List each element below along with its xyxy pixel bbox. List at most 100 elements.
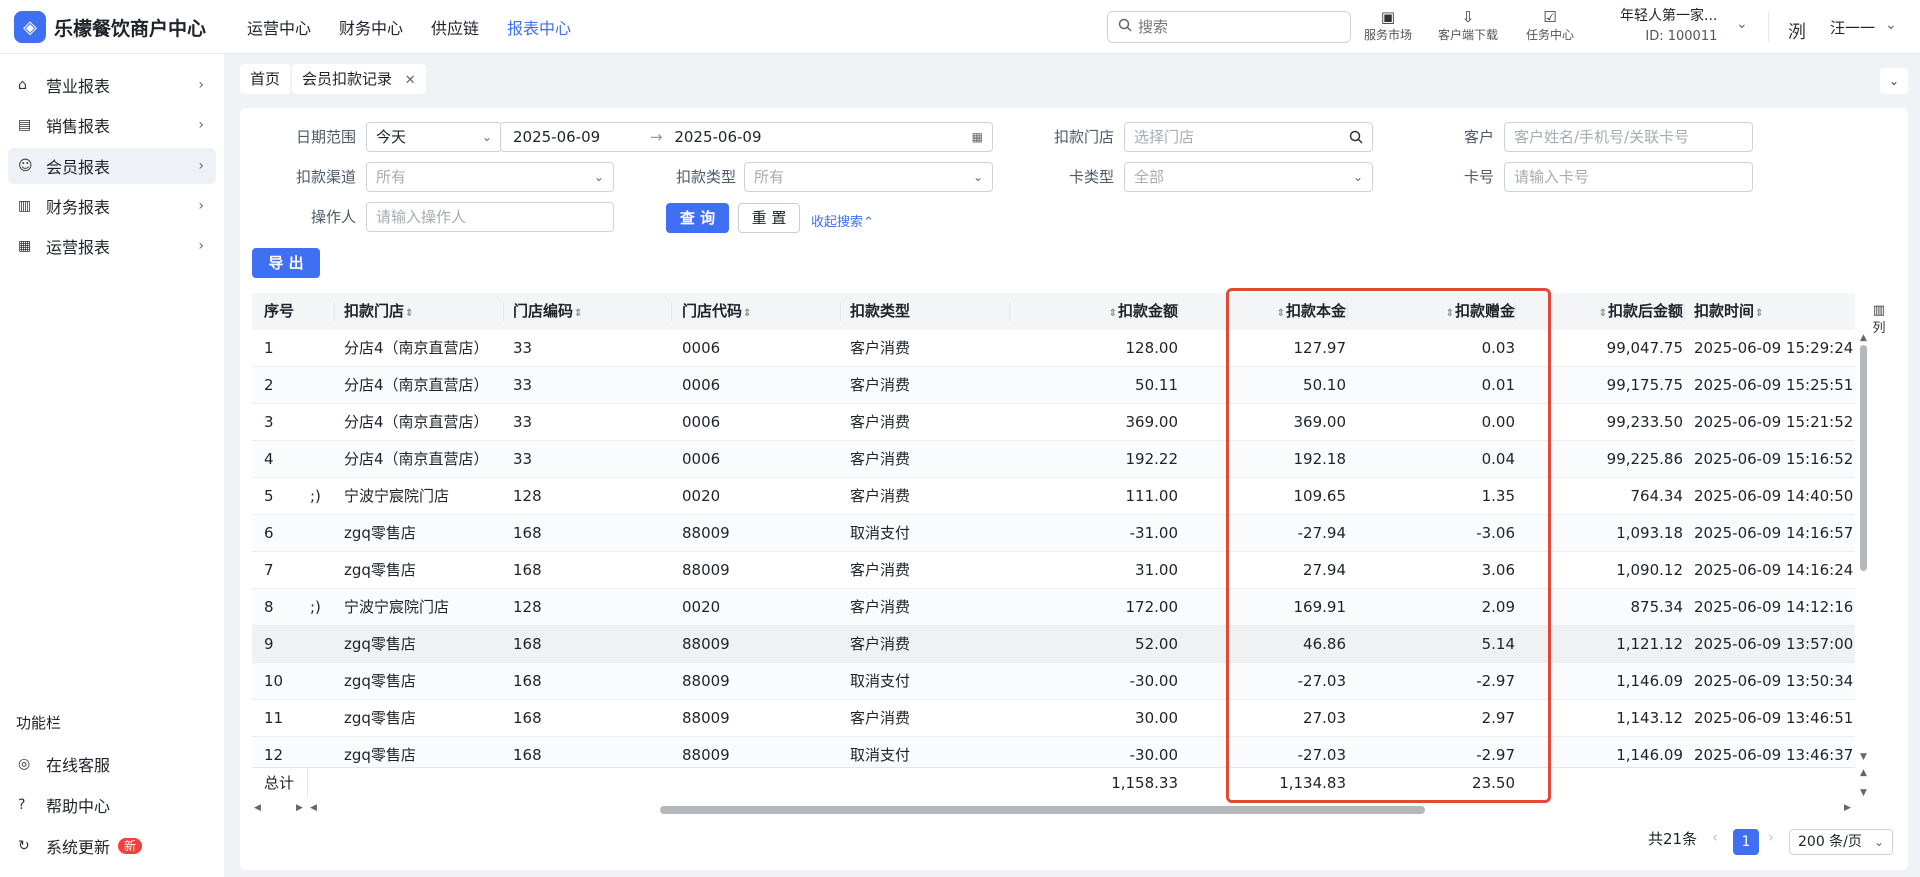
table-row[interactable]: 4 分店4（南京直营店） 33 0006 客户消费 192.22 192.18 0.04 99,… [252, 441, 1855, 478]
query-button[interactable]: 查 询 [666, 203, 729, 233]
horizontal-scrollbar[interactable] [660, 806, 1425, 814]
sidebar-item-operation-reports[interactable]: ▦ 运营报表 › [8, 228, 216, 264]
avatar[interactable]: 洌 [1788, 18, 1806, 44]
cell-store: 宁波宁宸院门店 [344, 598, 450, 616]
sort-icon: ⇕ [574, 308, 583, 319]
org-switcher[interactable]: 年轻人第一家... ID: 100011 [1620, 6, 1717, 47]
table-row[interactable]: 11 zgq零售店 168 88009 客户消费 30.00 27.03 2.97 1,143.… [252, 700, 1855, 737]
func-help-center[interactable]: ? 帮助中心 [8, 787, 216, 823]
scroll-up-icon[interactable]: ▲ [1860, 768, 1867, 778]
column-settings[interactable]: ▥ 列 [1864, 302, 1894, 338]
cell-code: 168 [513, 635, 542, 653]
sidebar-item-sales-reports[interactable]: ▤ 销售报表 › [8, 107, 216, 143]
tool-task-center[interactable]: ☑ 任务中心 [1526, 8, 1574, 43]
func-online-support[interactable]: ◎ 在线客服 [8, 746, 216, 782]
channel-select[interactable]: 所有 ⌄ [366, 162, 614, 192]
top-nav: 运营中心 财务中心 供应链 报表中心 [247, 0, 599, 54]
table-row[interactable]: 9 zgq零售店 168 88009 客户消费 52.00 46.86 5.14 1,121.1… [252, 626, 1855, 663]
table-row[interactable]: 10 zgq零售店 168 88009 取消支付 -30.00 -27.03 -2.97 1,1… [252, 663, 1855, 700]
scroll-left-icon[interactable]: ◀ [254, 803, 261, 813]
table-row[interactable]: 1 分店4（南京直营店） 33 0006 客户消费 128.00 127.97 0.03 99,… [252, 330, 1855, 367]
calendar-icon[interactable]: ▦ [972, 123, 983, 151]
chevron-down-icon[interactable]: ⌄ [1736, 16, 1748, 32]
shop-icon: ▣ [1380, 8, 1396, 26]
page-size-select[interactable]: 200 条/页 ⌄ [1789, 829, 1893, 855]
reset-button[interactable]: 重 置 [738, 203, 800, 233]
col-divider [1178, 302, 1179, 321]
scroll-right-icon[interactable]: ▶ [1844, 803, 1851, 813]
table-row[interactable]: 6 zgq零售店 168 88009 取消支付 -31.00 -27.94 -3.06 1,09… [252, 515, 1855, 552]
header-amount[interactable]: ⇕扣款金额 [1032, 293, 1178, 330]
type-select[interactable]: 所有 ⌄ [744, 162, 993, 192]
collapse-label: 收起搜索 [811, 215, 864, 230]
header-time[interactable]: 扣款时间⇕ [1694, 293, 1854, 330]
total-gift: 23.50 [1472, 774, 1515, 792]
header-gift[interactable]: ⇕扣款赠金 [1369, 293, 1515, 330]
type-value: 所有 [754, 168, 785, 186]
tab-label: 会员扣款记录 [302, 70, 393, 88]
scroll-down-icon[interactable]: ▼ [1860, 752, 1867, 762]
export-button[interactable]: 导 出 [252, 248, 320, 278]
app-logo[interactable]: ◈ 乐檬餐饮商户中心 [14, 11, 206, 43]
collapse-search-link[interactable]: 收起搜索⌃ [811, 211, 874, 230]
store-select[interactable]: 选择门店 [1124, 122, 1373, 152]
cell-scode: 0006 [682, 376, 721, 394]
search-input[interactable] [1138, 18, 1328, 36]
cell-amount: 52.00 [1135, 635, 1178, 653]
table-row[interactable]: 7 zgq零售店 168 88009 客户消费 31.00 27.94 3.06 1,090.1… [252, 552, 1855, 589]
scroll-right-icon[interactable]: ▶ [296, 803, 303, 813]
date-end-value[interactable]: 2025-06-09 [674, 128, 761, 146]
page-current[interactable]: 1 [1733, 829, 1759, 855]
scroll-left-icon[interactable]: ◀ [310, 803, 317, 813]
header-principal[interactable]: ⇕扣款本金 [1200, 293, 1346, 330]
table-row[interactable]: 3 分店4（南京直营店） 33 0006 客户消费 369.00 369.00 0.00 99,… [252, 404, 1855, 441]
divider [1768, 12, 1769, 42]
cell-store: 分店4（南京直营店） [344, 450, 489, 468]
card-no-input[interactable]: 请输入卡号 [1504, 162, 1753, 192]
tab-member-deduction[interactable]: 会员扣款记录 ✕ [292, 64, 426, 94]
tool-service-market[interactable]: ▣ 服务市场 [1364, 8, 1412, 43]
func-system-update[interactable]: ↻ 系统更新 新 [8, 828, 216, 864]
vertical-scrollbar[interactable] [1860, 345, 1867, 571]
header-store-code[interactable]: 门店编码⇕ [513, 293, 633, 330]
header-store-key[interactable]: 门店代码⇕ [682, 293, 802, 330]
nav-item-reports[interactable]: 报表中心 [507, 15, 571, 39]
chevron-down-icon[interactable]: ⌄ [1885, 17, 1897, 33]
date-start-value[interactable]: 2025-06-09 [513, 128, 600, 146]
prev-page-icon[interactable]: ‹ [1712, 828, 1718, 846]
nav-item-operations[interactable]: 运营中心 [247, 15, 311, 39]
columns-icon: ▥ [1872, 303, 1886, 318]
table-row[interactable]: 8;) 宁波宁宸院门店 128 0020 客户消费 172.00 169.91 2.09 875… [252, 589, 1855, 626]
date-range-picker[interactable]: 2025-06-09 → 2025-06-09 ▦ [500, 122, 993, 152]
close-icon[interactable]: ✕ [405, 73, 416, 88]
table-row[interactable]: 5;) 宁波宁宸院门店 128 0020 客户消费 111.00 109.65 1.35 764… [252, 478, 1855, 515]
header-after[interactable]: ⇕扣款后金额 [1537, 293, 1683, 330]
refresh-icon: ↻ [18, 838, 30, 854]
sidebar-item-business-reports[interactable]: ⌂ 营业报表 › [8, 67, 216, 103]
user-name[interactable]: 汪一一 [1830, 17, 1875, 38]
header-type: 扣款类型 [850, 302, 911, 320]
nav-item-finance[interactable]: 财务中心 [339, 15, 403, 39]
cell-scode: 0020 [682, 598, 721, 616]
date-preset-select[interactable]: 今天 ⌄ [366, 122, 502, 152]
tool-client-download[interactable]: ⇩ 客户端下载 [1438, 8, 1498, 43]
sidebar-item-member-reports[interactable]: ☺ 会员报表 › [8, 148, 216, 184]
tabs-dropdown[interactable]: ⌄ [1880, 68, 1908, 94]
next-page-icon[interactable]: › [1768, 828, 1774, 846]
scroll-up-icon[interactable]: ▲ [1860, 333, 1867, 343]
table-row[interactable]: 2 分店4（南京直营店） 33 0006 客户消费 50.11 50.10 0.01 99,17… [252, 367, 1855, 404]
operator-input[interactable]: 请输入操作人 [366, 202, 614, 232]
cell-code: 128 [513, 598, 542, 616]
sidebar-item-finance-reports[interactable]: ▥ 财务报表 › [8, 188, 216, 224]
nav-item-supply-chain[interactable]: 供应链 [431, 15, 479, 39]
cell-scode: 88009 [682, 524, 730, 542]
tab-home[interactable]: 首页 [240, 64, 291, 94]
cell-pre: ;) [310, 598, 321, 616]
customer-input[interactable]: 客户姓名/手机号/关联卡号 [1504, 122, 1753, 152]
scroll-down-icon[interactable]: ▼ [1860, 788, 1867, 798]
global-search[interactable] [1107, 11, 1351, 43]
header-store[interactable]: 扣款门店⇕ [344, 293, 484, 330]
cell-scode: 88009 [682, 672, 730, 690]
col-divider [1009, 302, 1010, 321]
card-type-select[interactable]: 全部 ⌄ [1124, 162, 1373, 192]
